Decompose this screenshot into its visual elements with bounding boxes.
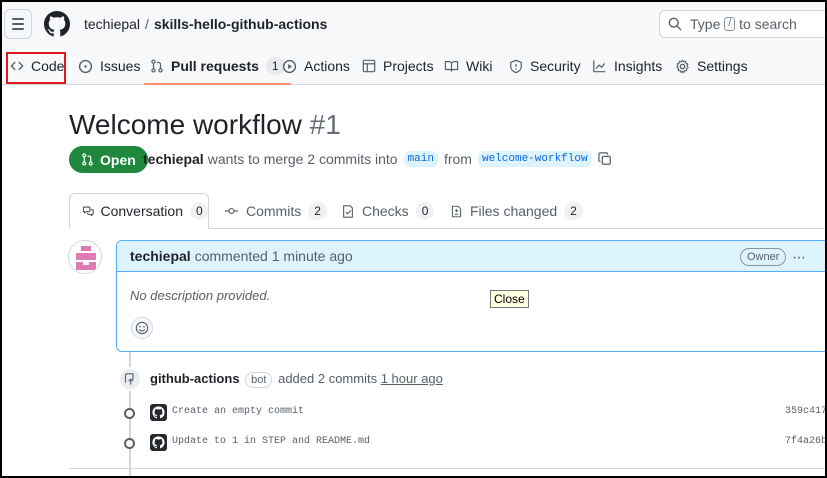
event-author-link[interactable]: github-actions (150, 371, 240, 386)
add-reaction-button[interactable] (131, 317, 153, 339)
pr-state-badge: Open (69, 146, 148, 173)
tab-settings-label: Settings (697, 58, 748, 74)
search-placeholder-suffix: to search (739, 16, 797, 32)
tab-checks[interactable]: Checks 0 (341, 193, 435, 229)
search-icon (668, 17, 682, 31)
book-icon (444, 61, 459, 72)
github-logo-icon[interactable] (44, 11, 70, 37)
comment-discussion-icon (83, 206, 94, 217)
smiley-icon (135, 321, 149, 335)
search-input[interactable]: Type / to search (659, 10, 827, 38)
commit-sha-link[interactable]: 7f4a26b (785, 436, 827, 447)
repo-push-icon (118, 367, 142, 391)
file-diff-icon (451, 205, 462, 217)
tab-files-changed[interactable]: Files changed 2 (450, 193, 583, 229)
github-actions-avatar[interactable] (150, 434, 167, 451)
menu-button[interactable] (4, 9, 32, 39)
conversation-counter: 0 (190, 202, 208, 220)
owner-badge: Owner (740, 248, 787, 266)
comment-timestamp[interactable]: commented 1 minute ago (195, 248, 353, 264)
commit-row: Update to 1 in STEP and README.md 7f4a26… (122, 433, 827, 453)
breadcrumb-owner-link[interactable]: techiepal (84, 16, 140, 32)
commit-row: Create an empty commit 359c417 (122, 403, 827, 423)
gear-icon (676, 59, 689, 73)
pull-request-icon (82, 153, 93, 166)
identicon (76, 246, 96, 270)
search-placeholder-prefix: Type (690, 16, 721, 32)
tab-security-label: Security (530, 58, 581, 74)
base-branch-link[interactable]: main (403, 151, 438, 167)
head-branch-link[interactable]: welcome-workflow (477, 151, 592, 167)
tab-conversation[interactable]: Conversation 0 (69, 193, 209, 229)
page-title: Welcome workflow #1 (69, 108, 341, 142)
commit-icon (224, 207, 239, 215)
close-tooltip: Close (490, 290, 529, 308)
pr-number: #1 (309, 109, 341, 140)
pull-request-icon (151, 59, 163, 73)
tab-insights[interactable]: Insights (592, 48, 662, 84)
tab-conversation-label: Conversation (100, 203, 184, 219)
pr-title-text: Welcome workflow (69, 109, 302, 140)
checks-counter: 0 (415, 202, 435, 220)
pr-state-label: Open (100, 151, 136, 168)
event-time-link[interactable]: 1 hour ago (381, 371, 443, 386)
tab-insights-label: Insights (614, 58, 663, 74)
graph-icon (593, 60, 606, 73)
pr-meta: techiepal wants to merge 2 commits into … (143, 151, 612, 167)
pr-meta-text: wants to merge 2 commits into (207, 151, 398, 167)
tab-issues-label: Issues (100, 58, 141, 74)
play-circle-icon (282, 59, 297, 73)
tab-commits[interactable]: Commits 2 (224, 193, 327, 229)
divider (69, 468, 827, 469)
breadcrumb-repo-link[interactable]: skills-hello-github-actions (154, 16, 327, 32)
files-changed-counter: 2 (564, 202, 583, 220)
search-shortcut-key: / (724, 17, 736, 31)
tab-wiki-label: Wiki (466, 58, 493, 74)
commits-counter: 2 (308, 202, 327, 220)
kebab-menu-icon[interactable]: ··· (792, 249, 806, 267)
comment-body: No description provided. (130, 288, 271, 303)
tab-projects-label: Projects (383, 58, 434, 74)
github-actions-avatar[interactable] (150, 404, 167, 421)
tab-issues[interactable]: Issues (78, 48, 140, 84)
comment-header: techiepal commented 1 minute ago Owner ·… (117, 241, 827, 272)
pr-from-text: from (443, 151, 472, 167)
tab-pull-requests[interactable]: Pull requests 1 (144, 48, 291, 85)
comment-box: techiepal commented 1 minute ago Owner ·… (116, 240, 827, 352)
table-icon (362, 59, 376, 73)
breadcrumb-separator: / (145, 16, 149, 32)
tab-files-changed-label: Files changed (470, 203, 558, 219)
commits-event: github-actions bot added 2 commits 1 hou… (150, 371, 443, 388)
tab-projects[interactable]: Projects (362, 48, 434, 84)
breadcrumb: techiepal / skills-hello-github-actions (84, 16, 327, 32)
code-tab-highlight (6, 52, 66, 84)
commit-message-link[interactable]: Update to 1 in STEP and README.md (172, 436, 370, 447)
tab-commits-label: Commits (246, 203, 302, 219)
pr-author-link[interactable]: techiepal (143, 151, 204, 167)
copy-icon[interactable] (597, 152, 612, 166)
shield-icon (510, 59, 522, 73)
menu-icon (12, 18, 24, 20)
tab-checks-label: Checks (362, 203, 409, 219)
commit-node-icon (124, 408, 135, 419)
avatar[interactable] (68, 240, 102, 274)
commit-message-link[interactable]: Create an empty commit (172, 406, 304, 417)
comment-author-link[interactable]: techiepal (130, 248, 191, 264)
tab-settings[interactable]: Settings (675, 48, 748, 84)
issue-icon (78, 59, 93, 73)
bot-badge: bot (245, 372, 273, 388)
tab-pull-requests-label: Pull requests (171, 58, 259, 74)
tab-actions-label: Actions (304, 58, 350, 74)
repository-nav: Code Issues Pull requests 1 Actions Proj… (0, 48, 827, 85)
commit-node-icon (124, 438, 135, 449)
tab-security[interactable]: Security (509, 48, 581, 84)
pr-tabs: Conversation 0 Commits 2 Checks 0 Files … (0, 193, 827, 229)
tab-wiki[interactable]: Wiki (444, 48, 492, 84)
event-action: added 2 commits (278, 371, 378, 386)
checklist-icon (343, 204, 353, 218)
commit-sha-link[interactable]: 359c417 (785, 406, 827, 417)
global-header: techiepal / skills-hello-github-actions Ty… (0, 0, 827, 48)
tab-actions[interactable]: Actions (282, 48, 350, 84)
